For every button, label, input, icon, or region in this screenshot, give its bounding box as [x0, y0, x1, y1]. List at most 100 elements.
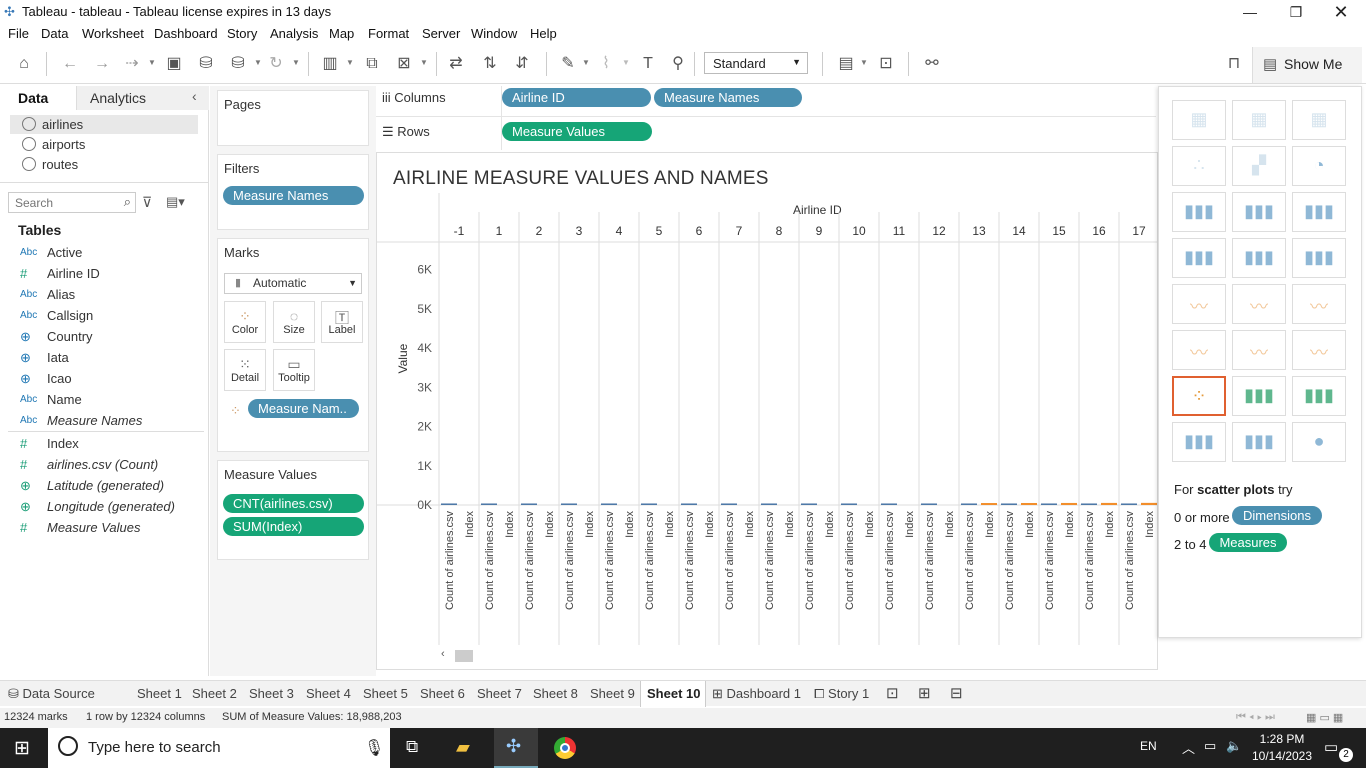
- field-item[interactable]: # Index: [0, 434, 205, 454]
- close-button[interactable]: ✕: [1318, 0, 1364, 24]
- presentation-mode-icon[interactable]: ⊡: [876, 54, 896, 74]
- tab-sheet-3[interactable]: Sheet 3: [249, 686, 294, 701]
- replay-icon[interactable]: ⇢: [122, 54, 142, 74]
- menu-dashboard[interactable]: Dashboard: [154, 26, 218, 41]
- new-sheet-icon[interactable]: ⊡: [886, 684, 899, 702]
- swap-rows-columns-icon[interactable]: ⇄: [446, 54, 466, 74]
- pages-card[interactable]: Pages: [217, 90, 369, 146]
- chart-type-treemap[interactable]: ▮▮▮: [1172, 238, 1226, 278]
- chart-type-dual-lines[interactable]: 〰: [1292, 284, 1346, 324]
- chart-type-side-by-side-circles[interactable]: ▮▮▮: [1292, 238, 1346, 278]
- chart-type-packed-bubbles[interactable]: ●: [1292, 422, 1346, 462]
- tab-sheet-2[interactable]: Sheet 2: [192, 686, 237, 701]
- task-view-icon[interactable]: ⧉: [406, 737, 418, 757]
- clock-time[interactable]: 1:28 PM: [1252, 732, 1312, 746]
- bar-mark[interactable]: [521, 503, 537, 505]
- tab-sheet-7[interactable]: Sheet 7: [477, 686, 522, 701]
- horizontal-scrollbar[interactable]: ‹ ›: [439, 648, 1157, 663]
- tab-data[interactable]: Data: [18, 90, 48, 106]
- bar-mark[interactable]: [1061, 502, 1077, 505]
- tab-sheet-1[interactable]: Sheet 1: [137, 686, 182, 701]
- undo-icon[interactable]: ←: [60, 54, 80, 74]
- tab-sheet-8[interactable]: Sheet 8: [533, 686, 578, 701]
- new-worksheet-icon[interactable]: ▥: [320, 54, 340, 74]
- filter-icon[interactable]: ⊽: [142, 194, 152, 211]
- chart-type-filled-map[interactable]: ▞: [1232, 146, 1286, 186]
- menu-analysis[interactable]: Analysis: [270, 26, 318, 41]
- restore-button[interactable]: ❐: [1273, 0, 1319, 24]
- field-item[interactable]: Abc Alias: [0, 285, 205, 305]
- field-item[interactable]: ⊕ Icao: [0, 369, 205, 389]
- chart-type-lines-discrete[interactable]: 〰: [1232, 284, 1286, 324]
- tab-sheet-5[interactable]: Sheet 5: [363, 686, 408, 701]
- bar-mark[interactable]: [561, 503, 577, 505]
- field-item[interactable]: ⊕ Latitude (generated): [0, 476, 205, 496]
- field-item[interactable]: # Measure Values: [0, 518, 205, 538]
- show-me-button[interactable]: ▤ Show Me: [1252, 47, 1362, 83]
- datasource-airports[interactable]: airports: [10, 135, 198, 154]
- tab-data-source[interactable]: ⛁ Data Source: [8, 686, 95, 702]
- tab-sheet-9[interactable]: Sheet 9: [590, 686, 635, 701]
- bar-mark[interactable]: [961, 503, 977, 505]
- chart-type-heat-map[interactable]: ▦: [1232, 100, 1286, 140]
- menu-file[interactable]: File: [8, 26, 29, 41]
- bar-mark[interactable]: [981, 503, 997, 505]
- tab-sheet-10[interactable]: Sheet 10: [647, 686, 700, 701]
- search-input[interactable]: [15, 193, 115, 212]
- volume-icon[interactable]: 🔈: [1226, 738, 1242, 754]
- show-mark-labels-icon[interactable]: T: [638, 54, 658, 74]
- bar-mark[interactable]: [721, 503, 737, 505]
- group-members-icon[interactable]: ⌇: [596, 54, 616, 74]
- bar-mark[interactable]: [761, 503, 777, 505]
- chart-type-lines-continuous[interactable]: 〰: [1172, 284, 1226, 324]
- file-explorer-icon[interactable]: ▰: [456, 737, 470, 758]
- bar-mark[interactable]: [1041, 503, 1057, 505]
- tab-story-1[interactable]: ⧠ Story 1: [814, 686, 869, 702]
- bar-mark[interactable]: [1121, 503, 1137, 505]
- tableau-taskbar-button[interactable]: ✣: [494, 728, 538, 768]
- pause-updates-icon[interactable]: ⛁: [228, 54, 248, 74]
- battery-icon[interactable]: ▭: [1204, 738, 1216, 754]
- tab-analytics[interactable]: Analytics: [90, 90, 146, 106]
- chart-type-symbol-map[interactable]: ∴: [1172, 146, 1226, 186]
- refresh-icon[interactable]: ↻: [266, 54, 286, 74]
- new-story-icon[interactable]: ⊟: [950, 684, 963, 702]
- columns-pill-airline-id[interactable]: Airline ID: [502, 88, 651, 107]
- field-item[interactable]: # Airline ID: [0, 264, 205, 284]
- chart-type-highlight-table[interactable]: ▦: [1292, 100, 1346, 140]
- chart-type-stacked-bars[interactable]: ▮▮▮: [1232, 192, 1286, 232]
- bar-mark[interactable]: [1141, 502, 1157, 505]
- language-indicator[interactable]: EN: [1140, 739, 1157, 753]
- chart-type-scatter-plot[interactable]: ⁘: [1172, 376, 1226, 416]
- bar-mark[interactable]: [1001, 503, 1017, 505]
- chart-type-dual-combination[interactable]: 〰: [1292, 330, 1346, 370]
- fit-select[interactable]: Standard ▼: [704, 52, 808, 74]
- new-dashboard-icon[interactable]: ⊞: [918, 684, 931, 702]
- field-item[interactable]: Abc Measure Names: [0, 411, 205, 431]
- home-icon[interactable]: ⌂: [14, 54, 34, 74]
- chart-type-bullet-graph[interactable]: ▮▮▮: [1232, 422, 1286, 462]
- mark-type-select[interactable]: ▮ Automatic ▼: [224, 273, 362, 294]
- windows-start-icon[interactable]: ⊞: [14, 737, 30, 760]
- rows-pill-measure-values[interactable]: Measure Values: [502, 122, 652, 141]
- bar-mark[interactable]: [1081, 503, 1097, 505]
- chart-type-gantt-chart[interactable]: ▮▮▮: [1172, 422, 1226, 462]
- chart-type-area-discrete[interactable]: 〰: [1232, 330, 1286, 370]
- field-item[interactable]: Abc Callsign: [0, 306, 205, 326]
- scroll-thumb[interactable]: [455, 650, 473, 662]
- columns-pill-measure-names[interactable]: Measure Names: [654, 88, 802, 107]
- marks-size-button[interactable]: ◌ Size: [273, 301, 315, 343]
- menu-window[interactable]: Window: [471, 26, 517, 41]
- bar-mark[interactable]: [601, 503, 617, 505]
- chart-type-side-by-side-bars[interactable]: ▮▮▮: [1292, 192, 1346, 232]
- mv-pill-count[interactable]: CNT(airlines.csv): [223, 494, 364, 513]
- field-search[interactable]: ⌕: [8, 192, 136, 213]
- menu-data[interactable]: Data: [41, 26, 68, 41]
- chart-type-circle-views[interactable]: ▮▮▮: [1232, 238, 1286, 278]
- datasource-airlines[interactable]: airlines: [10, 115, 198, 134]
- menu-server[interactable]: Server: [422, 26, 460, 41]
- chart[interactable]: Airline ID Value 0K 1K 2K 3K 4K 5K 6K -1 Count of …: [377, 193, 1158, 670]
- menu-story[interactable]: Story: [227, 26, 257, 41]
- field-item[interactable]: ⊕ Iata: [0, 348, 205, 368]
- save-icon[interactable]: ▣: [164, 54, 184, 74]
